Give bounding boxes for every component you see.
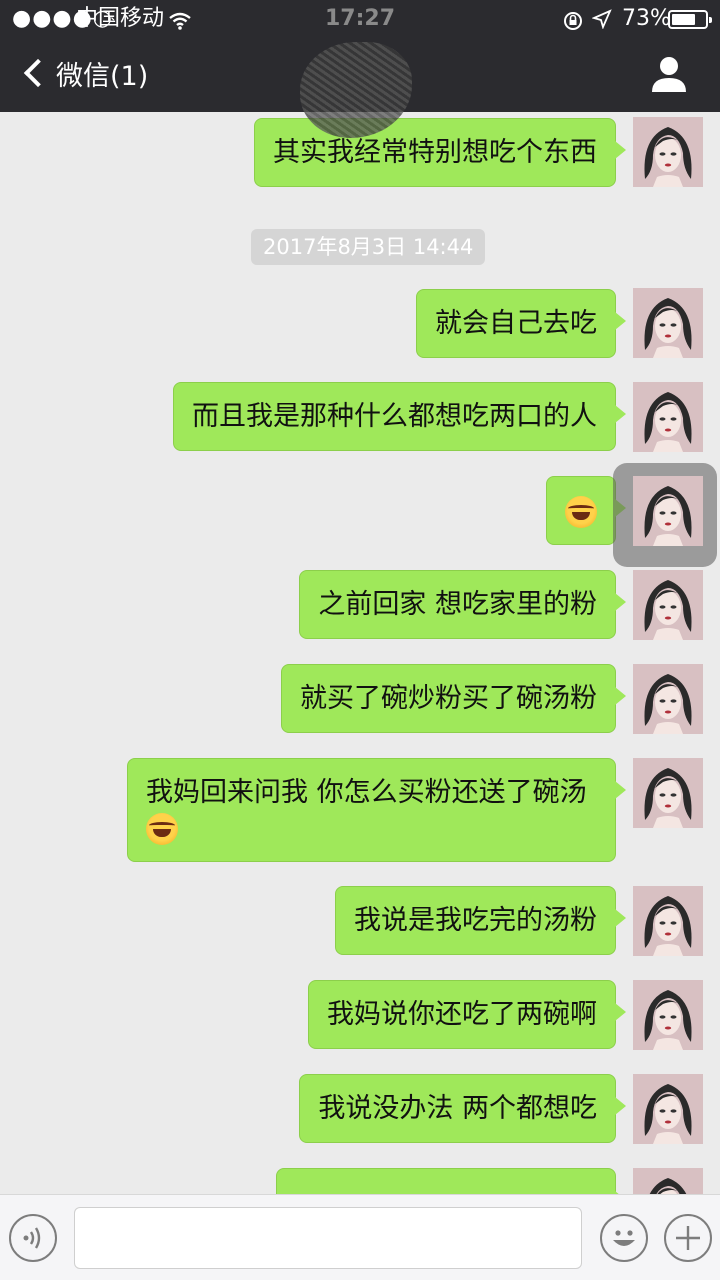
avatar[interactable] [633,1168,703,1194]
person-icon [652,57,686,92]
location-arrow-icon [591,0,612,38]
message-bubble[interactable]: 我妈回来问我 你怎么买粉还送了碗汤 [127,758,626,862]
top-bar: ●●●●○ 中国移动 17:27 73% 微信(1) [0,0,720,138]
avatar[interactable] [633,1074,703,1144]
message-bubble[interactable]: 我说没办法 两个都想吃 [299,1074,626,1143]
voice-button[interactable] [9,1214,57,1262]
chat-timestamp: 2017年8月3日 14:44 [251,229,486,265]
message-text: 我说是我吃完的汤粉 [354,905,597,936]
plus-icon [676,1226,700,1250]
voice-icon [23,1227,41,1249]
avatar[interactable] [633,664,703,734]
smiley-icon [613,1230,635,1246]
message-text: 我妈说你还吃了两碗啊 [327,999,597,1030]
back-button[interactable]: 微信(1) [20,48,148,98]
rotation-lock-icon [562,0,584,38]
message-text: 我妈回来问我 你怎么买粉还送了碗汤 [146,777,587,808]
emoji-button[interactable] [600,1214,648,1262]
message-bubble[interactable]: 就买了碗炒粉买了碗汤粉 [281,664,626,733]
avatar[interactable] [633,476,703,546]
message-text: 其实我经常特别想吃个东西 [273,137,597,168]
back-label: 微信(1) [56,60,149,92]
laughing-tears-emoji-icon [146,812,178,845]
message-input[interactable] [74,1207,582,1269]
avatar[interactable] [633,117,703,187]
avatar[interactable] [633,886,703,956]
message-bubble[interactable] [546,476,626,545]
message-bubble[interactable]: 而且我是那种什么都想吃两口的人 [173,382,626,451]
battery-percent: 73% [622,6,671,31]
input-bar [0,1194,720,1280]
more-button[interactable] [664,1214,712,1262]
avatar[interactable] [633,382,703,452]
message-text: 之前回家 想吃家里的粉 [318,589,597,620]
profile-button[interactable] [648,54,690,94]
message-text: 我说没办法 两个都想吃 [318,1093,597,1124]
message-bubble[interactable]: 就会自己去吃 [416,289,626,358]
message-bubble[interactable]: 之前回家 想吃家里的粉 [299,570,626,639]
chevron-left-icon [23,58,53,88]
chat-area[interactable]: 2017年8月3日 14:44 其实我经常特别想吃个东西 就会自己去吃 而且我是… [0,112,720,1194]
battery-level [672,14,695,25]
message-bubble[interactable]: 其实我经常特别想吃个东西 [254,118,626,187]
status-bar: ●●●●○ 中国移动 17:27 73% [0,0,720,38]
avatar[interactable] [633,570,703,640]
message-text: 就买了碗炒粉买了碗汤粉 [300,683,597,714]
message-bubble[interactable]: 我妈说你还吃了两碗啊 [308,980,626,1049]
avatar[interactable] [633,980,703,1050]
message-bubble-partial[interactable] [276,1168,626,1194]
message-text: 而且我是那种什么都想吃两口的人 [192,401,597,432]
nav-bar: 微信(1) [0,38,720,138]
laughing-tears-emoji-icon [565,495,597,528]
avatar[interactable] [633,758,703,828]
battery-icon [668,10,712,29]
status-time: 17:27 [324,6,396,31]
avatar[interactable] [633,288,703,358]
message-bubble[interactable]: 我说是我吃完的汤粉 [335,886,626,955]
message-text: 就会自己去吃 [435,308,597,339]
